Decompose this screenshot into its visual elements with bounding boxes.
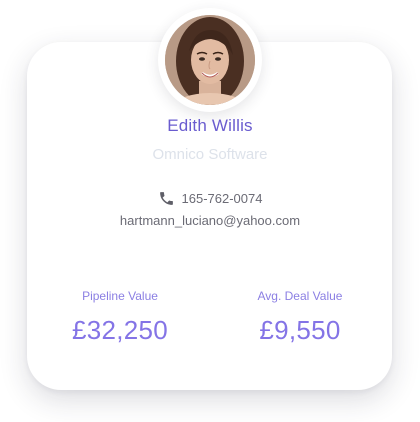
pipeline-value-stat: Pipeline Value £32,250	[40, 289, 200, 346]
avg-deal-value-stat: Avg. Deal Value £9,550	[220, 289, 380, 346]
avg-deal-value-label: Avg. Deal Value	[257, 289, 343, 303]
phone-number[interactable]: 165-762-0074	[182, 191, 263, 206]
pipeline-value-label: Pipeline Value	[82, 289, 158, 303]
phone-icon	[158, 190, 175, 207]
pipeline-value-amount: £32,250	[71, 315, 169, 345]
contact-name: Edith Willis	[167, 116, 253, 135]
avatar-frame	[158, 8, 262, 112]
company-name: Omnico Software	[152, 146, 268, 163]
phone-row[interactable]: 165-762-0074	[0, 190, 420, 207]
avatar	[165, 15, 255, 105]
avg-deal-value-amount: £9,550	[259, 315, 341, 345]
contact-card-stage: Edith Willis Omnico Software 165-762-007…	[0, 0, 420, 422]
email-address[interactable]: hartmann_luciano@yahoo.com	[0, 213, 420, 228]
